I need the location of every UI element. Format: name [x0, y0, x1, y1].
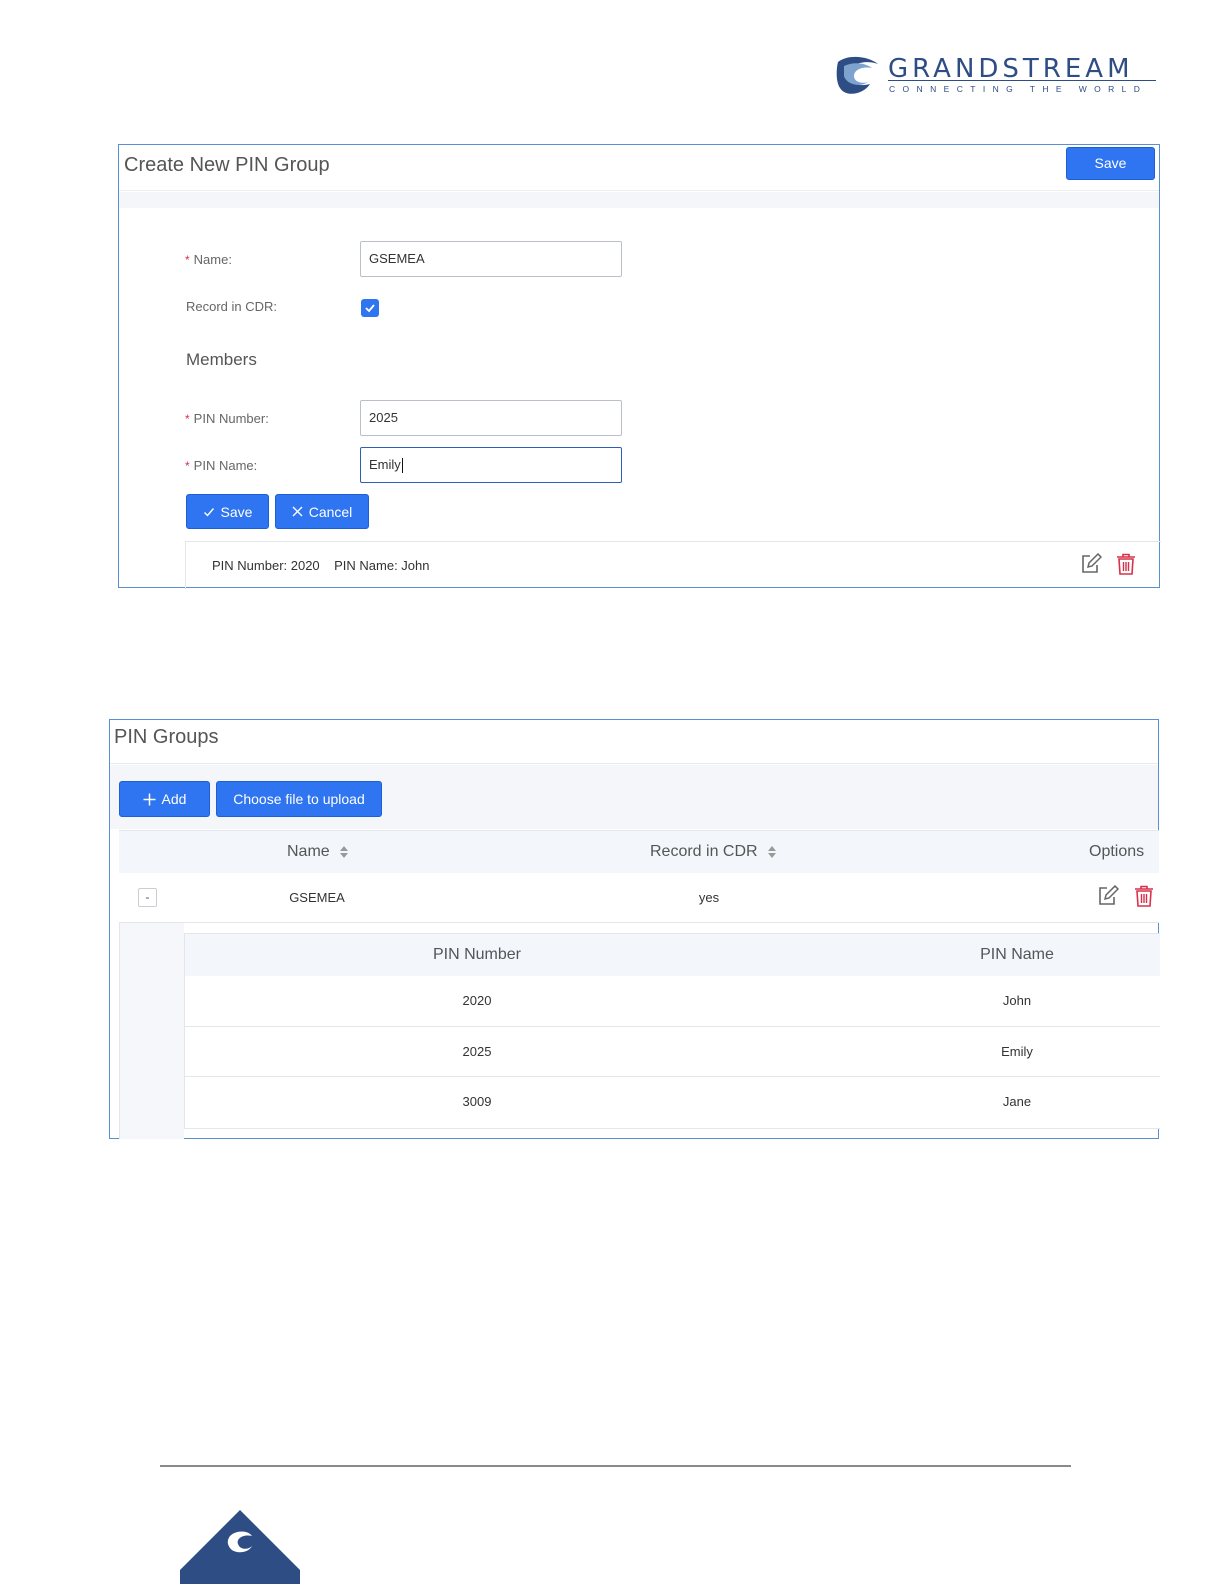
footer-logo-icon — [180, 1510, 300, 1584]
collapse-row-button[interactable]: - — [138, 888, 157, 907]
check-icon — [203, 507, 214, 517]
record-cdr-cell: yes — [698, 890, 720, 905]
pin-name-cell: Emily — [1001, 1044, 1033, 1059]
record-cdr-checkbox[interactable] — [361, 299, 379, 317]
pin-name-label: * PIN Name: — [185, 458, 258, 473]
column-header-options: Options — [1089, 843, 1145, 860]
grandstream-logo-icon — [836, 56, 878, 94]
member-cancel-button[interactable]: Cancel — [275, 494, 369, 529]
footer-divider — [160, 1465, 1071, 1467]
members-subtable: PIN Number PIN Name 2020 John 2025 Emily… — [184, 933, 1160, 1129]
pin-name-cell: John — [1002, 993, 1032, 1008]
create-pin-group-panel: Create New PIN Group Save * Name: GSEMEA … — [118, 144, 1161, 589]
name-input[interactable]: GSEMEA — [360, 241, 622, 277]
pin-number-input[interactable]: 2025 — [360, 400, 622, 436]
column-header-record-cdr[interactable]: Record in CDR — [650, 843, 777, 861]
member-summary: PIN Number: 2020 PIN Name: John — [212, 558, 430, 573]
pin-number-label: * PIN Number: — [185, 411, 269, 426]
pin-number-cell: 2025 — [462, 1044, 492, 1059]
column-header-name[interactable]: Name — [287, 843, 349, 861]
required-marker: * — [185, 412, 190, 426]
plus-icon — [143, 793, 156, 805]
required-marker: * — [185, 253, 190, 267]
name-label: * Name: — [185, 252, 232, 267]
pin-groups-panel: PIN Groups Add Choose file to upload Nam… — [109, 719, 1160, 1139]
add-button[interactable]: Add — [119, 781, 210, 817]
pin-number-cell: 3009 — [462, 1094, 492, 1109]
pin-number-cell: 2020 — [462, 993, 492, 1008]
brand-tagline: CONNECTING THE WORLD — [889, 84, 1148, 94]
edit-icon[interactable] — [1097, 885, 1119, 907]
group-name-cell: GSEMEA — [289, 890, 345, 905]
sort-icon — [768, 845, 777, 858]
column-header-pin-number: PIN Number — [432, 946, 522, 963]
pin-name-input[interactable]: Emily — [360, 447, 622, 483]
member-row: 2025 Emily — [185, 1026, 1160, 1076]
panel-header: PIN Groups — [110, 720, 1158, 764]
close-icon — [292, 506, 303, 517]
member-save-button[interactable]: Save — [186, 494, 269, 529]
toolbar: Add Choose file to upload — [110, 765, 1158, 829]
pin-name-cell: Jane — [1002, 1094, 1032, 1109]
subtable-header: PIN Number PIN Name — [185, 934, 1160, 976]
members-title: Members — [186, 350, 257, 369]
expanded-row-gutter — [119, 923, 184, 1139]
member-row: 3009 Jane — [185, 1076, 1160, 1126]
panel-title: PIN Groups — [114, 726, 219, 748]
edit-icon[interactable] — [1080, 553, 1102, 575]
panel-header: Create New PIN Group Save — [119, 145, 1159, 191]
logo-rule — [888, 80, 1156, 81]
grandstream-logo: GRANDSTREAM CONNECTING THE WORLD — [834, 52, 1164, 100]
record-cdr-label: Record in CDR: — [186, 299, 278, 314]
header-divider — [119, 192, 1159, 208]
required-marker: * — [185, 459, 190, 473]
column-header-pin-name: PIN Name — [980, 946, 1054, 963]
check-icon — [365, 304, 375, 313]
upload-file-button[interactable]: Choose file to upload — [216, 781, 382, 817]
text-caret — [401, 458, 403, 474]
panel-title: Create New PIN Group — [124, 154, 330, 176]
delete-icon[interactable] — [1133, 885, 1155, 907]
save-button[interactable]: Save — [1066, 147, 1155, 180]
table-row: - GSEMEA yes — [119, 873, 1159, 923]
member-list-item: PIN Number: 2020 PIN Name: John — [185, 541, 1161, 589]
table-header: Name Record in CDR Options — [119, 830, 1159, 873]
sort-icon — [340, 845, 349, 858]
delete-icon[interactable] — [1115, 553, 1137, 575]
member-row: 2020 John — [185, 976, 1160, 1026]
